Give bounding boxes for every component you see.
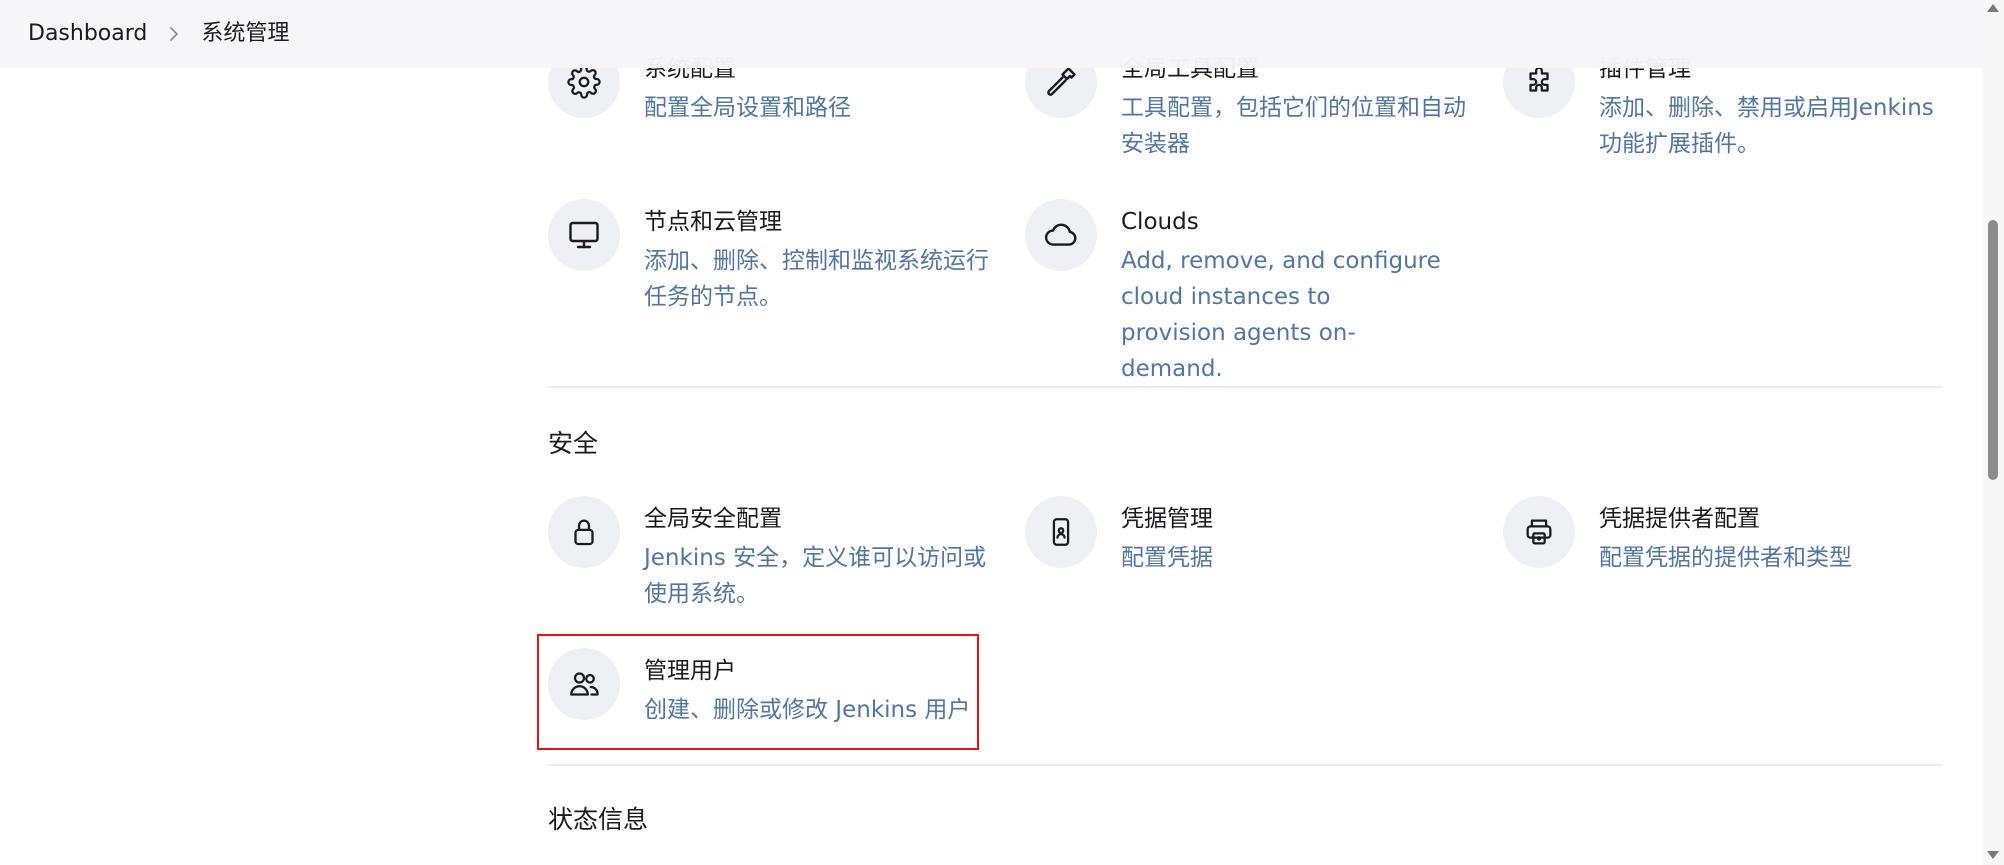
cloud-icon [1025,199,1097,271]
card-title: Clouds [1121,209,1199,235]
breadcrumb: Dashboard 系统管理 [0,0,1982,68]
printer-icon [1503,496,1575,568]
scroll-thumb[interactable] [1988,220,1998,480]
card-description: Jenkins 安全，定义谁可以访问或使用系统。 [644,545,987,607]
card-description: 添加、删除、禁用或启用Jenkins功能扩展插件。 [1599,95,1934,157]
section-divider [548,764,1942,766]
users-icon [548,648,620,720]
monitor-icon [548,199,620,271]
card-title: 节点和云管理 [644,209,782,235]
card-description: 配置凭据 [1121,545,1213,571]
card-title: 凭据管理 [1121,506,1213,532]
vertical-scrollbar[interactable] [1982,0,2004,865]
card-description: 创建、删除或修改 Jenkins 用户 [644,697,971,723]
card-title: 凭据提供者配置 [1599,506,1760,532]
breadcrumb-dashboard[interactable]: Dashboard [28,23,147,45]
viewport: 系统配置 配置全局设置和路径 全局工具配置 工具配置，包括它们的位置和自动安装器… [0,0,2004,865]
section-heading-status: 状态信息 [548,805,649,834]
card-description: 配置凭据的提供者和类型 [1599,545,1852,571]
card-title: 管理用户 [644,658,736,684]
section-divider [548,386,1942,388]
phone-id-icon [1025,496,1097,568]
card-title: 全局安全配置 [644,506,782,532]
breadcrumb-manage-jenkins[interactable]: 系统管理 [201,23,289,45]
section-heading-security: 安全 [548,429,599,458]
manage-jenkins-content: 系统配置 配置全局设置和路径 全局工具配置 工具配置，包括它们的位置和自动安装器… [0,0,1982,865]
card-description: 配置全局设置和路径 [644,95,851,121]
scroll-up-icon[interactable] [1987,4,1999,12]
card-description: 添加、删除、控制和监视系统运行任务的节点。 [644,248,989,310]
card-description: Add, remove, and configure cloud instanc… [1121,248,1441,382]
chevron-right-icon [167,25,181,43]
scroll-down-icon[interactable] [1987,851,1999,859]
lock-icon [548,496,620,568]
card-description: 工具配置，包括它们的位置和自动安装器 [1121,95,1466,157]
